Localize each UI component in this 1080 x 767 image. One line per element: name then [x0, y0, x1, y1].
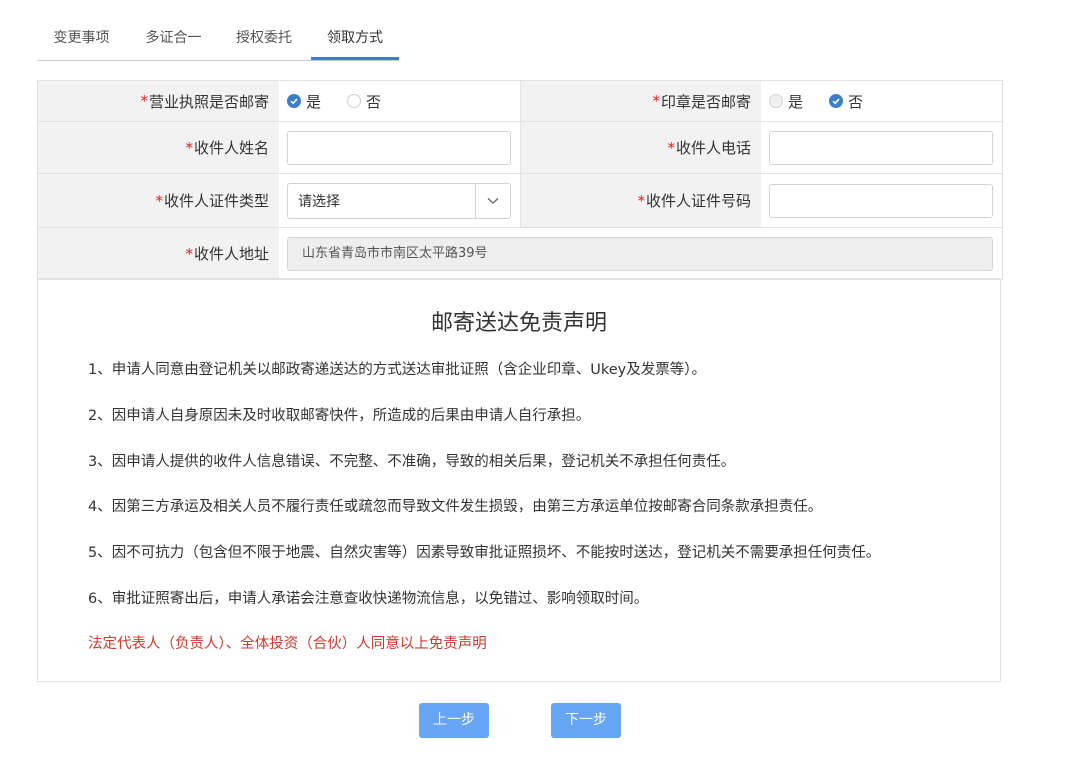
id-type-label: * 收件人证件类型: [38, 174, 279, 227]
chevron-down-icon[interactable]: [475, 183, 510, 218]
step-tabs: 变更事项 多证合一 授权委托 领取方式: [37, 20, 399, 61]
recipient-phone-input[interactable]: [769, 130, 993, 165]
id-number-input[interactable]: [769, 183, 993, 218]
prev-step-button[interactable]: 上一步: [419, 703, 489, 738]
id-number-label: * 收件人证件号码: [520, 174, 761, 227]
seal-mail-yes-radio[interactable]: 是: [769, 91, 803, 112]
seal-mail-no-radio[interactable]: 否: [829, 91, 863, 112]
seal-mail-options: 是 否: [761, 81, 1002, 121]
license-mail-no-radio[interactable]: 否: [347, 91, 381, 112]
recipient-name-label: * 收件人姓名: [38, 122, 279, 173]
form-row-id: * 收件人证件类型 请选择 * 收件人证件号码: [38, 174, 1002, 228]
radio-disabled-icon: [769, 94, 783, 108]
tab-multi-license[interactable]: 多证合一: [131, 20, 216, 59]
disclaimer-panel: 邮寄送达免责声明 1、申请人同意由登记机关以邮政寄递送达的方式送达审批证照（含企…: [37, 278, 1001, 682]
radio-checked-icon: [829, 94, 844, 108]
disclaimer-item: 3、因申请人提供的收件人信息错误、不完整、不准确，导致的相关后果，登记机关不承担…: [88, 454, 736, 470]
id-type-select[interactable]: 请选择: [287, 182, 511, 219]
disclaimer-item: 6、审批证照寄出后，申请人承诺会注意查收快递物流信息，以免错过、影响领取时间。: [88, 591, 649, 607]
next-step-button[interactable]: 下一步: [551, 703, 621, 738]
disclaimer-item: 4、因第三方承运及相关人员不履行责任或疏忽而导致文件发生损毁，由第三方承运单位按…: [88, 499, 823, 515]
tab-change-items[interactable]: 变更事项: [37, 20, 126, 59]
disclaimer-item: 2、因申请人自身原因未及时收取邮寄快件，所造成的后果由申请人自行承担。: [88, 408, 591, 424]
form-row-mail-options: * 营业执照是否邮寄 是 否 * 印章是否邮寄 是 否: [38, 81, 1002, 122]
form-row-recipient: * 收件人姓名 * 收件人电话: [38, 122, 1002, 174]
id-type-value: 请选择: [298, 193, 340, 210]
radio-unchecked-icon: [347, 94, 362, 108]
address-label: * 收件人地址: [38, 228, 279, 279]
radio-checked-icon: [287, 94, 301, 108]
recipient-phone-label: * 收件人电话: [520, 122, 761, 173]
tab-pickup-method[interactable]: 领取方式: [311, 20, 399, 59]
tab-authorization[interactable]: 授权委托: [221, 20, 307, 59]
license-mail-yes-radio[interactable]: 是: [287, 91, 321, 112]
disclaimer-item: 1、申请人同意由登记机关以邮政寄递送达的方式送达审批证照（含企业印章、Ukey及…: [88, 362, 706, 378]
disclaimer-title: 邮寄送达免责声明: [430, 311, 607, 336]
mailing-form: * 营业执照是否邮寄 是 否 * 印章是否邮寄 是 否 * 收件人姓名 * 收件…: [37, 80, 1003, 280]
address-input[interactable]: 山东省青岛市市南区太平路39号: [287, 236, 993, 271]
license-mail-label: * 营业执照是否邮寄: [38, 81, 279, 121]
form-row-address: * 收件人地址 山东省青岛市市南区太平路39号: [38, 228, 1002, 280]
active-tab-indicator: [311, 57, 399, 60]
consent-statement: 法定代表人（负责人）、全体投资（合伙）人同意以上免责声明: [88, 636, 487, 652]
license-mail-options: 是 否: [279, 81, 520, 121]
recipient-name-input[interactable]: [287, 130, 511, 165]
seal-mail-label: * 印章是否邮寄: [520, 81, 761, 121]
disclaimer-item: 5、因不可抗力（包含但不限于地震、自然灾害等）因素导致审批证照损坏、不能按时送达…: [88, 545, 881, 561]
